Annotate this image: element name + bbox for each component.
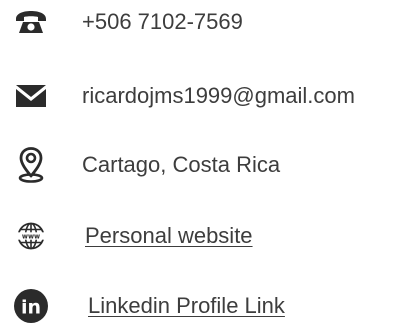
svg-text:in: in [21,297,41,319]
phone-icon [10,2,52,42]
contact-row-location: Cartago, Costa Rica [0,145,406,185]
globe-www-icon: www [10,216,52,256]
linkedin-profile-link[interactable]: Linkedin Profile Link [88,295,285,317]
contact-row-phone: +506 7102-7569 [0,2,406,42]
contact-row-website: www Personal website [0,216,406,256]
personal-website-link[interactable]: Personal website [85,225,253,247]
contact-row-linkedin: in Linkedin Profile Link [0,286,406,326]
location-pin-icon [10,145,52,185]
phone-number: +506 7102-7569 [82,9,243,34]
email-address: ricardojms1999@gmail.com [82,83,355,108]
linkedin-icon: in [10,286,52,326]
svg-text:www: www [22,233,40,241]
envelope-icon [10,76,52,116]
location-text: Cartago, Costa Rica [82,152,281,177]
contact-row-email: ricardojms1999@gmail.com [0,76,406,116]
